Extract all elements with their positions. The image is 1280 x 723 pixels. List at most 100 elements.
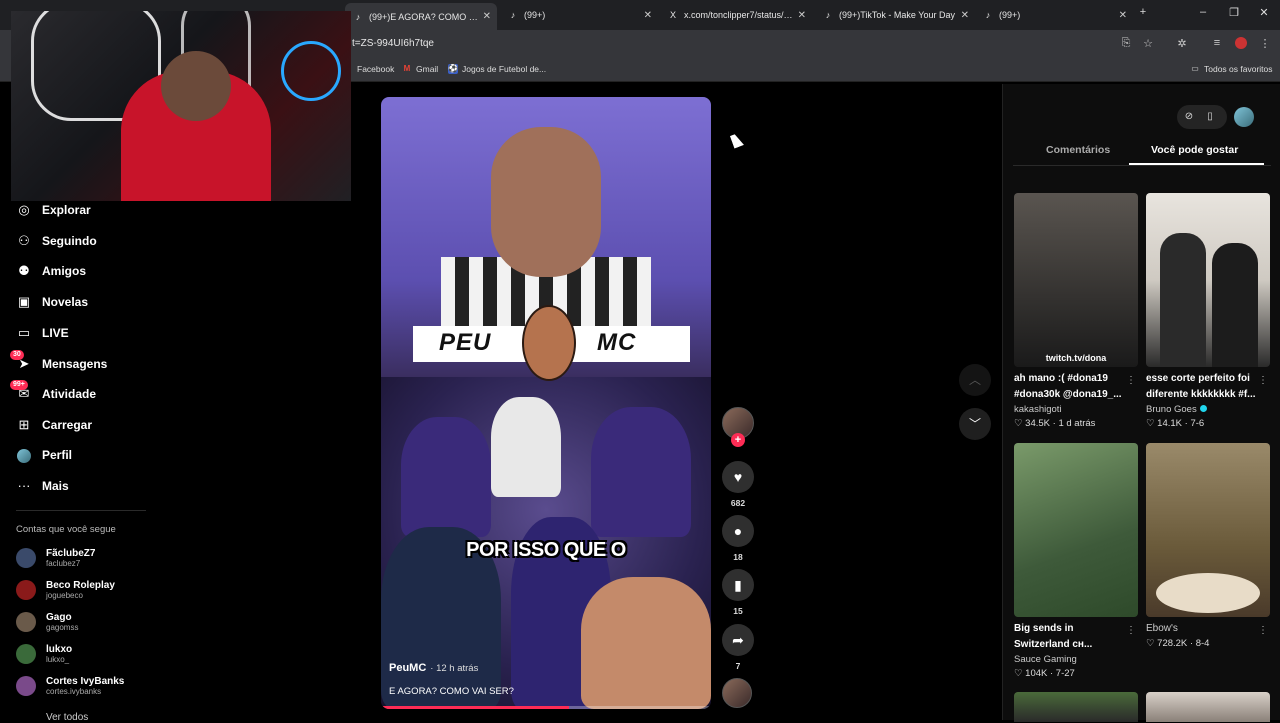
extensions-icon[interactable]: ✲: [1175, 37, 1189, 50]
video-person: [581, 577, 711, 709]
bookmark-facebook[interactable]: Facebook: [357, 64, 394, 74]
more-icon: ···: [17, 478, 31, 493]
followed-account[interactable]: lukxo lukxo_: [16, 644, 72, 664]
comment-count: 18: [733, 552, 743, 562]
followed-account[interactable]: Gago gagomss: [16, 612, 78, 632]
card-title[interactable]: Ebow's: [1146, 621, 1270, 637]
heart-outline-icon: ♡: [1146, 418, 1158, 429]
profile-icon[interactable]: [1234, 37, 1248, 52]
tab-comentarios[interactable]: Comentários: [1046, 144, 1110, 156]
more-options-icon[interactable]: ⋮: [1126, 625, 1136, 636]
suggested-video-card[interactable]: ⋮ esse corte perfeito foi diferente kkkk…: [1146, 193, 1270, 431]
video-progress-bar[interactable]: [381, 706, 711, 709]
video-thumbnail[interactable]: [1146, 692, 1270, 722]
autoscroll-icon[interactable]: ⊘: [1180, 108, 1198, 126]
media-control-icon[interactable]: ≡: [1210, 37, 1224, 49]
save-count: 15: [733, 606, 743, 616]
tab-title: (99+): [999, 10, 1021, 20]
post-time: · 12 h atrás: [430, 663, 479, 674]
nav-live[interactable]: ▭ LIVE: [16, 323, 69, 343]
nav-seguindo[interactable]: ⚇ Seguindo: [16, 231, 97, 251]
browser-tab-2[interactable]: ♪ (99+) ✕: [500, 4, 658, 26]
more-options-icon[interactable]: ⋮: [1126, 375, 1136, 386]
nav-mensagens[interactable]: ➤ 30 Mensagens: [10, 350, 107, 374]
nav-mais[interactable]: ··· Mais: [16, 476, 69, 496]
more-options-icon[interactable]: ⋮: [1258, 625, 1268, 636]
browser-tab-3[interactable]: X x.com/tonclipper7/status/2090 ✕: [660, 4, 812, 26]
close-icon[interactable]: ✕: [483, 11, 491, 22]
video-thumbnail[interactable]: [1014, 443, 1138, 617]
nav-explorar[interactable]: ◎ Explorar: [16, 200, 90, 220]
next-video-button[interactable]: ﹀: [959, 408, 991, 440]
card-title[interactable]: esse corte perfeito foi diferente kkkkkk…: [1146, 371, 1270, 403]
close-icon[interactable]: ✕: [1119, 10, 1127, 21]
video-thumbnail[interactable]: [1014, 692, 1138, 722]
heart-outline-icon: ♡: [1146, 638, 1158, 649]
more-options-icon[interactable]: ⋮: [1258, 375, 1268, 386]
nav-label: LIVE: [42, 326, 69, 340]
device-icon[interactable]: ▯: [1201, 108, 1219, 126]
user-avatar[interactable]: [1234, 107, 1254, 127]
close-icon[interactable]: ✕: [644, 10, 652, 21]
tabs-divider: [1013, 165, 1271, 166]
author-name[interactable]: PeuMC: [389, 662, 426, 674]
video-author[interactable]: PeuMC · 12 h atrás: [389, 662, 478, 674]
post-date: 1 d atrás: [1058, 418, 1096, 429]
card-author[interactable]: Bruno Goes: [1146, 404, 1197, 415]
bookmark-jogos[interactable]: ⚽ Jogos de Futebol de...: [448, 64, 546, 74]
nav-label: Amigos: [42, 264, 87, 278]
like-count: 14.1K: [1157, 418, 1182, 429]
bookmark-star-icon[interactable]: ☆: [1141, 37, 1155, 50]
new-tab-button[interactable]: +: [1133, 6, 1153, 18]
card-author[interactable]: Sauce Gaming: [1014, 653, 1138, 667]
previous-video-button[interactable]: ︿: [959, 364, 991, 396]
followed-account[interactable]: FãclubeZ7 faclubez7: [16, 548, 95, 568]
nav-carregar[interactable]: ⊞ Carregar: [16, 415, 92, 435]
card-author[interactable]: kakashigoti: [1014, 403, 1138, 417]
video-thumbnail[interactable]: [1146, 443, 1270, 617]
card-title[interactable]: ah mano :( #dona19 #dona30k @dona19_...: [1014, 371, 1138, 403]
see-all-link[interactable]: Ver todos: [46, 712, 88, 723]
like-button[interactable]: ♥: [722, 461, 754, 493]
close-icon[interactable]: ✕: [798, 10, 806, 21]
browser-tab-4[interactable]: ♪ (99+)TikTok - Make Your Day ✕: [815, 4, 975, 26]
browser-tab-5[interactable]: ♪ (99+) ✕: [975, 4, 1133, 26]
bookmark-label: Jogos de Futebol de...: [462, 64, 547, 74]
suggested-video-card[interactable]: ⋮ Ebow's ♡ 728.2K · 8-4: [1146, 443, 1270, 651]
browser-tab-1[interactable]: ♪ (99+)E AGORA? COMO VAI SER? ✕: [345, 3, 497, 30]
all-bookmarks[interactable]: ▭ Todos os favoritos: [1190, 64, 1272, 74]
webcam-overlay: [11, 11, 351, 201]
nav-atividade[interactable]: ✉ 99+ Atividade: [10, 380, 96, 404]
card-title[interactable]: Big sends in Switzerland ᴄʜ...: [1014, 621, 1138, 653]
like-count: 104K: [1025, 668, 1048, 679]
browser-menu-icon[interactable]: ⋮: [1258, 37, 1272, 50]
share-button[interactable]: ➦: [722, 624, 754, 656]
minimize-icon[interactable]: –: [1193, 6, 1213, 18]
tab-title: (99+): [524, 10, 546, 20]
bookmark-gmail[interactable]: M Gmail: [402, 64, 439, 74]
followed-account[interactable]: Cortes IvyBanks cortes.ivybanks: [16, 676, 124, 696]
close-window-icon[interactable]: ✕: [1254, 6, 1274, 19]
followed-account[interactable]: Beco Roleplay joguebeco: [16, 580, 115, 600]
card-stats: ♡ 728.2K · 8-4: [1146, 638, 1210, 649]
sound-avatar[interactable]: [722, 678, 752, 708]
maximize-icon[interactable]: ❐: [1224, 6, 1244, 19]
comment-button[interactable]: ●: [722, 515, 754, 547]
follow-plus-icon[interactable]: +: [731, 433, 745, 447]
close-icon[interactable]: ✕: [961, 10, 969, 21]
nav-novelas[interactable]: ▣ Novelas: [16, 292, 88, 312]
tab-voce-pode-gostar[interactable]: Você pode gostar: [1151, 144, 1238, 156]
suggested-video-card[interactable]: twitch.tv/dona ⋮ ah mano :( #dona19 #don…: [1014, 193, 1138, 431]
video-thumbnail[interactable]: [1146, 193, 1270, 367]
save-button[interactable]: ▮: [722, 569, 754, 601]
install-app-icon[interactable]: ⎘: [1119, 37, 1133, 50]
video-player[interactable]: PEU MC POR ISSO QUE O PeuMC · 12 h atrás …: [381, 97, 711, 709]
nav-label: Mais: [42, 479, 69, 493]
card-author-row[interactable]: Bruno Goes: [1146, 403, 1270, 417]
nav-perfil[interactable]: Perfil: [16, 445, 72, 465]
suggested-video-card[interactable]: ⋮ Big sends in Switzerland ᴄʜ... Sauce G…: [1014, 443, 1138, 681]
folder-icon: ▭: [1191, 64, 1199, 73]
url-field[interactable]: t=ZS-994UI6h7tqe: [352, 38, 434, 49]
nav-amigos[interactable]: ⚉ Amigos: [16, 261, 86, 281]
video-thumbnail[interactable]: twitch.tv/dona: [1014, 193, 1138, 367]
